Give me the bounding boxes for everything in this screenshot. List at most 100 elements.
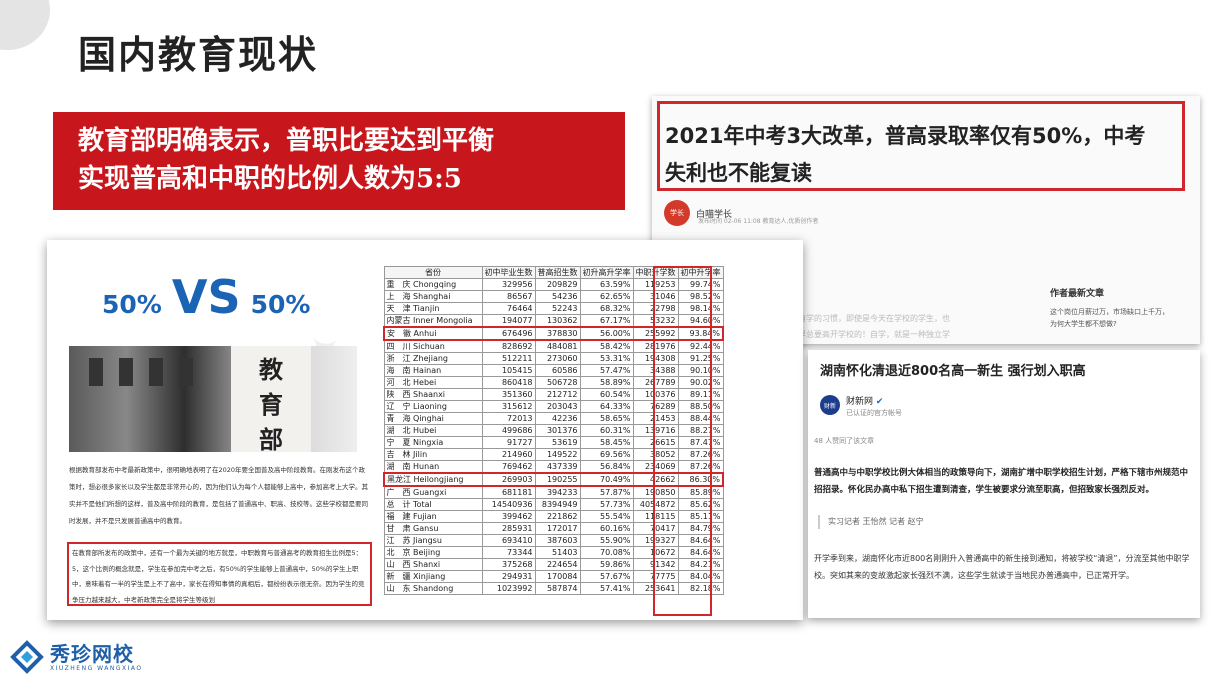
value-cell: 170084 <box>534 570 581 583</box>
table-row: 上 海 Shanghai 86567 54236 62.65% 31046 98.52% <box>383 290 724 303</box>
photo-window <box>149 358 163 386</box>
article-screenshot-huaihua: 湖南怀化清退近800名高一新生 强行划入职高 财新 财新网 ✔ 已认证的官方帐号… <box>808 350 1200 618</box>
value-cell: 399462 <box>481 510 536 523</box>
value-cell: 860418 <box>481 376 536 389</box>
value-cell: 60586 <box>534 364 581 377</box>
value-cell: 8394949 <box>534 498 581 511</box>
vs-right: 50% <box>250 290 311 319</box>
value-cell: 98.52% <box>677 290 724 303</box>
plaque-char: 教 <box>259 355 283 384</box>
banner-line1: 教育部明确表示，普职比要达到平衡 <box>78 126 495 156</box>
value-cell: 84.04% <box>677 570 724 583</box>
table-body: 重 庆 Chongqing 329956 209829 63.59% 119253 99.… <box>383 278 724 595</box>
article2-body: 开学季到来，湖南怀化市近800名刚刚升入普通高中的新生接到通知，将被学校“清退”… <box>814 554 1190 580</box>
photo-window <box>179 358 193 386</box>
ministry-photo: 教 育 部 <box>69 346 357 452</box>
province-cell: 吉 林 Jilin <box>383 448 483 461</box>
value-cell: 70.49% <box>579 472 634 487</box>
article1-headline-line1: 2021年中考3大改革，普高录取率仅有50%，中考 <box>665 124 1146 148</box>
value-cell: 56.84% <box>579 460 634 474</box>
value-cell: 88.44% <box>677 412 724 425</box>
source-name: 财新网 <box>846 397 874 407</box>
value-cell: 56.00% <box>579 326 634 341</box>
value-cell: 85.89% <box>677 485 724 499</box>
value-cell: 42662 <box>632 472 679 487</box>
value-cell: 53.31% <box>579 352 634 365</box>
plaque-char: 部 <box>259 425 283 452</box>
value-cell: 99.74% <box>677 278 724 291</box>
source-logo-icon: 财新 <box>820 395 840 415</box>
logo-name: 秀珍网校 <box>50 641 134 666</box>
value-cell: 93.84% <box>677 326 724 341</box>
col-header: 初升高升学率 <box>579 266 634 279</box>
value-cell: 234069 <box>632 460 679 474</box>
value-cell: 387603 <box>534 534 581 547</box>
value-cell: 329956 <box>481 278 536 291</box>
province-cell: 重 庆 Chongqing <box>383 278 483 291</box>
value-cell: 273060 <box>534 352 581 365</box>
value-cell: 149522 <box>534 448 581 461</box>
enrollment-table: 省份 初中毕业生数 普高招生数 初升高升学率 中职升学数 初中升学率 重 庆 C… <box>383 266 724 595</box>
province-cell: 江 苏 Jiangsu <box>383 534 483 547</box>
value-cell: 437339 <box>534 460 581 474</box>
value-cell: 76464 <box>481 302 536 315</box>
value-cell: 68.32% <box>579 302 634 315</box>
value-cell: 31046 <box>632 290 679 303</box>
value-cell: 587874 <box>534 582 581 595</box>
value-cell: 130362 <box>534 314 581 328</box>
author-avatar: 学长 <box>664 200 690 226</box>
value-cell: 84.79% <box>677 522 724 535</box>
logo-text: 秀珍网校 XIUZHENG WANGXIAO <box>50 643 143 672</box>
table-row: 新 疆 Xinjiang 294931 170084 57.67% 77775 84.04… <box>383 570 724 583</box>
author-latest-text: 这个岗位月薪过万，市场缺口上千万，为何大学生都不想做? <box>1050 308 1169 328</box>
table-row: 黑龙江 Heilongjiang 269903 190255 70.49% 42662 8… <box>383 472 724 487</box>
value-cell: 294931 <box>481 570 536 583</box>
value-cell: 76289 <box>632 400 679 413</box>
col-header: 中职升学数 <box>632 266 679 279</box>
value-cell: 212712 <box>534 388 581 401</box>
table-row: 湖 南 Hunan 769462 437339 56.84% 234069 87.26% <box>383 460 724 474</box>
province-cell: 黑龙江 Heilongjiang <box>383 472 483 487</box>
value-cell: 67.17% <box>579 314 634 328</box>
value-cell: 38052 <box>632 448 679 461</box>
value-cell: 769462 <box>481 460 536 474</box>
value-cell: 221862 <box>534 510 581 523</box>
value-cell: 10672 <box>632 546 679 559</box>
article1-meta: 发布时间 02-06 11:08 教育达人,优质创作者 <box>698 218 819 225</box>
province-cell: 山 西 Shanxi <box>383 558 483 571</box>
policy-banner: 教育部明确表示，普职比要达到平衡 实现普高和中职的比例人数为5:5 <box>53 112 625 210</box>
value-cell: 139716 <box>632 424 679 437</box>
table-row: 安 徽 Anhui 676496 378830 56.00% 255992 93.84% <box>383 326 724 341</box>
value-cell: 394233 <box>534 485 581 499</box>
value-cell: 70.08% <box>579 546 634 559</box>
value-cell: 57.87% <box>579 485 634 499</box>
value-cell: 1023992 <box>481 582 536 595</box>
diamond-logo-icon <box>10 640 44 674</box>
value-cell: 4054872 <box>632 498 679 511</box>
col-header: 省份 <box>383 266 483 279</box>
value-cell: 190850 <box>632 485 679 499</box>
value-cell: 87.26% <box>677 460 724 474</box>
article1-body-line2: 是早总要高开学校的！自学，就是一种独立学 <box>790 330 950 339</box>
province-cell: 陕 西 Shaanxi <box>383 388 483 401</box>
value-cell: 253641 <box>632 582 679 595</box>
value-cell: 119253 <box>632 278 679 291</box>
value-cell: 285931 <box>481 522 536 535</box>
doc-paragraph-1: 根据教育部发布中考最新政策中，很明确地表明了在2020年要全国普及高中阶段教育。… <box>69 466 368 525</box>
value-cell: 57.41% <box>579 582 634 595</box>
value-cell: 190255 <box>534 472 581 487</box>
value-cell: 172017 <box>534 522 581 535</box>
value-cell: 267789 <box>632 376 679 389</box>
table-row: 四 川 Sichuan 828692 484081 58.42% 281976 92.44… <box>383 339 724 353</box>
table-row: 甘 肃 Gansu 285931 172017 60.16% 70417 84.79% <box>383 522 724 535</box>
table-row: 宁 夏 Ningxia 91727 53619 58.45% 26615 87.47% <box>383 436 724 449</box>
province-cell: 甘 肃 Gansu <box>383 522 483 535</box>
value-cell: 85.62% <box>677 498 724 511</box>
value-cell: 64.33% <box>579 400 634 413</box>
value-cell: 72013 <box>481 412 536 425</box>
province-cell: 青 海 Qinghai <box>383 412 483 425</box>
value-cell: 301376 <box>534 424 581 437</box>
value-cell: 57.47% <box>579 364 634 377</box>
value-cell: 315612 <box>481 400 536 413</box>
article1-headline-line2: 失利也不能复读 <box>665 161 812 185</box>
